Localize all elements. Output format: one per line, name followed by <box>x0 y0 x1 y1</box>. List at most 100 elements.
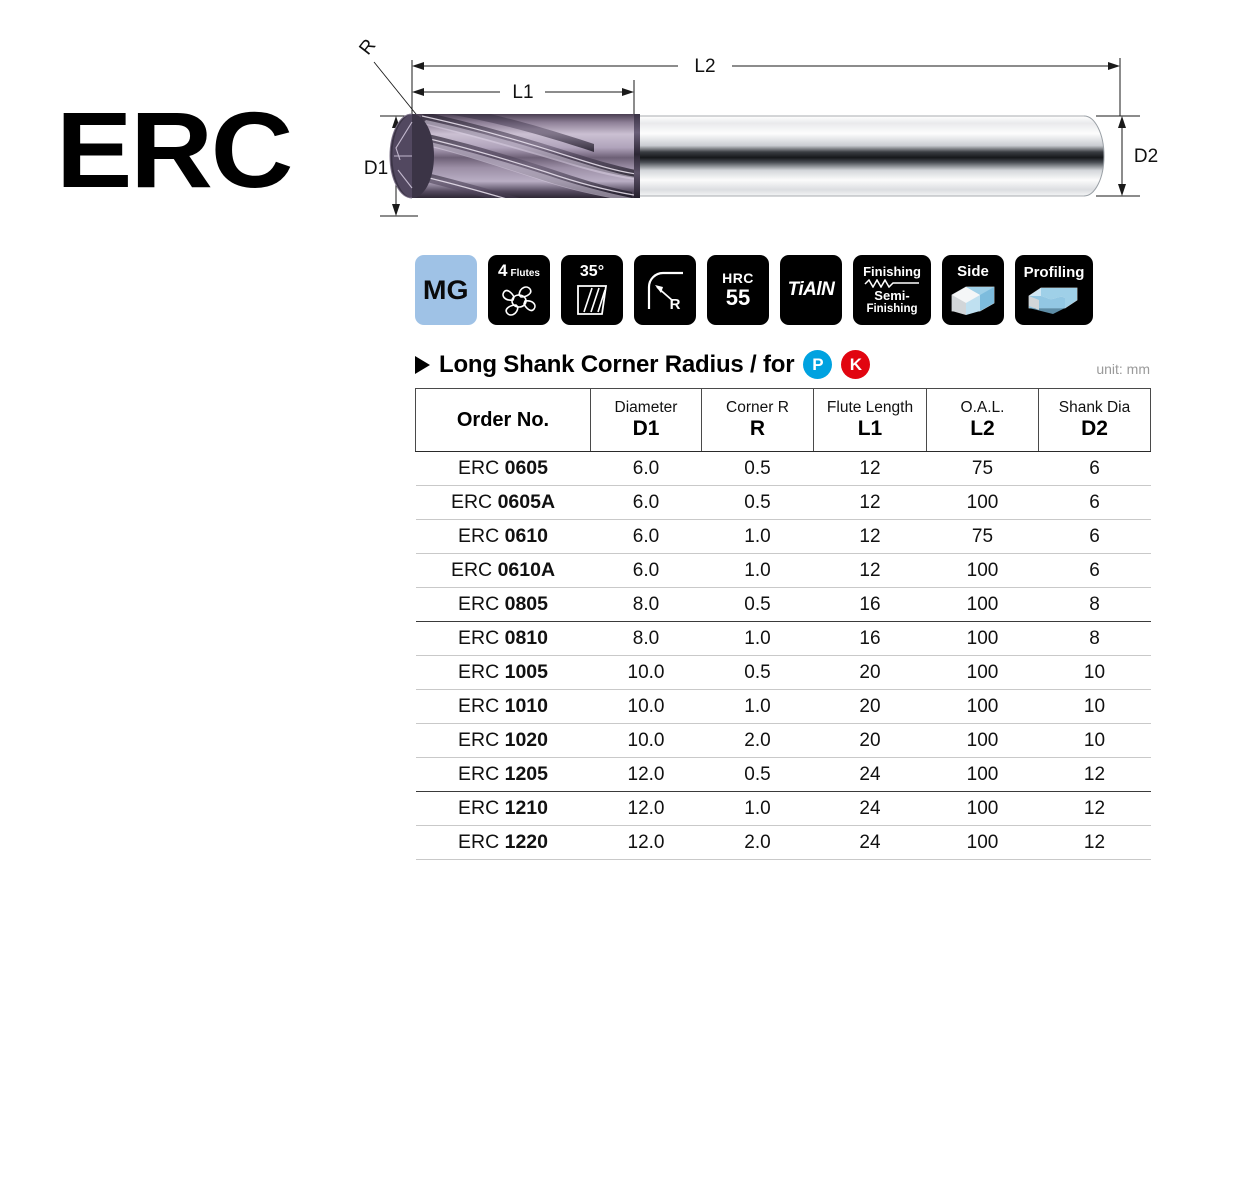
col-header-corner-r[interactable]: Corner R R <box>701 388 814 452</box>
dim-label-l2: L2 <box>694 56 715 77</box>
badge-mg: MG <box>415 255 477 325</box>
helix-angle-icon <box>577 285 608 315</box>
cell-diameter: 6.0 <box>590 519 702 554</box>
order-prefix: ERC <box>458 797 505 819</box>
section-heading: Long Shank Corner Radius / for P K <box>415 350 871 379</box>
specification-table: Order No. Diameter D1 Corner R R Flute L… <box>415 388 1151 860</box>
badge-profiling-label: Profiling <box>1023 263 1085 281</box>
cell-order-no: ERC 1220 <box>415 825 591 860</box>
badge-flute-word: Flutes <box>510 267 540 279</box>
col-header-shank-dia[interactable]: Shank Dia D2 <box>1038 388 1151 452</box>
specification-table-wrap: Order No. Diameter D1 Corner R R Flute L… <box>415 388 1151 860</box>
col-header-oal[interactable]: O.A.L. L2 <box>926 388 1039 452</box>
col-header-flute-length[interactable]: Flute Length L1 <box>813 388 927 452</box>
col-header-diameter-code: D1 <box>632 416 660 440</box>
dim-label-d1: D1 <box>364 158 388 179</box>
order-prefix: ERC <box>458 695 505 717</box>
order-prefix: ERC <box>458 729 505 751</box>
col-header-flute-length-sub: Flute Length <box>826 399 914 417</box>
cell-diameter: 6.0 <box>590 451 702 486</box>
cell-flute-length: 12 <box>813 519 927 554</box>
cell-oal: 100 <box>926 689 1039 724</box>
badge-corner-radius: R <box>634 255 696 325</box>
col-header-diameter[interactable]: Diameter D1 <box>590 388 702 452</box>
col-header-order-no[interactable]: Order No. <box>415 388 591 452</box>
cell-shank-dia: 8 <box>1038 621 1151 656</box>
cell-flute-length: 12 <box>813 485 927 520</box>
order-prefix: ERC <box>450 491 498 513</box>
cell-order-no: ERC 0605 <box>415 451 591 486</box>
table-row[interactable]: ERC 0610 6.0 1.0 12 75 6 <box>415 519 1151 554</box>
cell-oal: 75 <box>926 519 1039 554</box>
cell-oal: 100 <box>926 825 1039 860</box>
col-header-shank-dia-sub: Shank Dia <box>1058 399 1131 417</box>
cell-shank-dia: 10 <box>1038 723 1151 758</box>
table-row[interactable]: ERC 0810 8.0 1.0 16 100 8 <box>415 621 1151 656</box>
table-row[interactable]: ERC 1010 10.0 1.0 20 100 10 <box>415 689 1151 724</box>
cell-corner-r: 2.0 <box>701 723 814 758</box>
table-row[interactable]: ERC 1020 10.0 2.0 20 100 10 <box>415 723 1151 758</box>
series-code-title: ERC <box>56 89 293 210</box>
badge-coating: TiAlN <box>780 255 842 325</box>
table-row[interactable]: ERC 1220 12.0 2.0 24 100 12 <box>415 825 1151 860</box>
cell-oal: 100 <box>926 791 1039 826</box>
cell-diameter: 10.0 <box>590 655 702 690</box>
cell-shank-dia: 12 <box>1038 757 1151 792</box>
cell-oal: 100 <box>926 587 1039 622</box>
cell-shank-dia: 10 <box>1038 689 1151 724</box>
cell-shank-dia: 6 <box>1038 451 1151 486</box>
profiling-icon <box>1028 287 1078 314</box>
cell-order-no: ERC 1010 <box>415 689 591 724</box>
material-badge-k: K <box>841 350 871 379</box>
col-header-diameter-sub: Diameter <box>614 399 678 417</box>
cell-order-no: ERC 1205 <box>415 757 591 792</box>
table-row[interactable]: ERC 1005 10.0 0.5 20 100 10 <box>415 655 1151 690</box>
table-row[interactable]: ERC 1205 12.0 0.5 24 100 12 <box>415 757 1151 792</box>
cell-order-no: ERC 0610 <box>415 519 591 554</box>
cell-flute-length: 12 <box>813 553 927 588</box>
col-header-flute-length-code: L1 <box>857 416 883 440</box>
badge-finishing-line1: Finishing <box>863 263 921 279</box>
cell-diameter: 6.0 <box>590 485 702 520</box>
col-header-corner-r-code: R <box>749 416 766 440</box>
table-header-row: Order No. Diameter D1 Corner R R Flute L… <box>415 388 1151 452</box>
badge-flute-number: 4 <box>498 260 508 280</box>
table-row[interactable]: ERC 0805 8.0 0.5 16 100 8 <box>415 587 1151 622</box>
cell-shank-dia: 6 <box>1038 519 1151 554</box>
col-header-order-no-label: Order No. <box>456 408 550 431</box>
badge-hardness-unit: HRC <box>722 270 754 287</box>
cell-shank-dia: 6 <box>1038 485 1151 520</box>
cell-corner-r: 2.0 <box>701 825 814 860</box>
badge-hardness-value: 55 <box>725 285 751 311</box>
col-header-oal-code: L2 <box>970 416 995 440</box>
order-prefix: ERC <box>458 831 505 853</box>
order-number: 1020 <box>504 729 548 751</box>
order-number: 0805 <box>504 593 548 615</box>
cell-diameter: 8.0 <box>590 587 702 622</box>
cell-corner-r: 0.5 <box>701 485 814 520</box>
table-body: ERC 0605 6.0 0.5 12 75 6 ERC 0605A 6.0 0.5 12 100 6… <box>415 451 1151 860</box>
cell-corner-r: 1.0 <box>701 553 814 588</box>
cell-shank-dia: 12 <box>1038 791 1151 826</box>
material-badge-p: P <box>803 350 833 379</box>
table-row[interactable]: ERC 0605 6.0 0.5 12 75 6 <box>415 451 1151 486</box>
badge-corner-r-label: R <box>670 296 681 313</box>
order-number: 0810 <box>504 627 548 649</box>
cell-flute-length: 20 <box>813 689 927 724</box>
section-title: Long Shank Corner Radius / for <box>439 350 795 378</box>
table-row[interactable]: ERC 1210 12.0 1.0 24 100 12 <box>415 791 1151 826</box>
cell-oal: 100 <box>926 757 1039 792</box>
table-row[interactable]: ERC 0605A 6.0 0.5 12 100 6 <box>415 485 1151 520</box>
corner-radius-icon: R <box>647 271 683 313</box>
cell-flute-length: 24 <box>813 757 927 792</box>
order-prefix: ERC <box>458 457 505 479</box>
order-prefix: ERC <box>458 593 505 615</box>
badge-helix-label: 35° <box>579 263 605 280</box>
four-flute-endview-icon <box>502 285 536 316</box>
cell-corner-r: 1.0 <box>701 519 814 554</box>
cell-shank-dia: 6 <box>1038 553 1151 588</box>
order-number: 1005 <box>504 661 548 683</box>
cell-diameter: 6.0 <box>590 553 702 588</box>
cell-corner-r: 0.5 <box>701 757 814 792</box>
table-row[interactable]: ERC 0610A 6.0 1.0 12 100 6 <box>415 553 1151 588</box>
